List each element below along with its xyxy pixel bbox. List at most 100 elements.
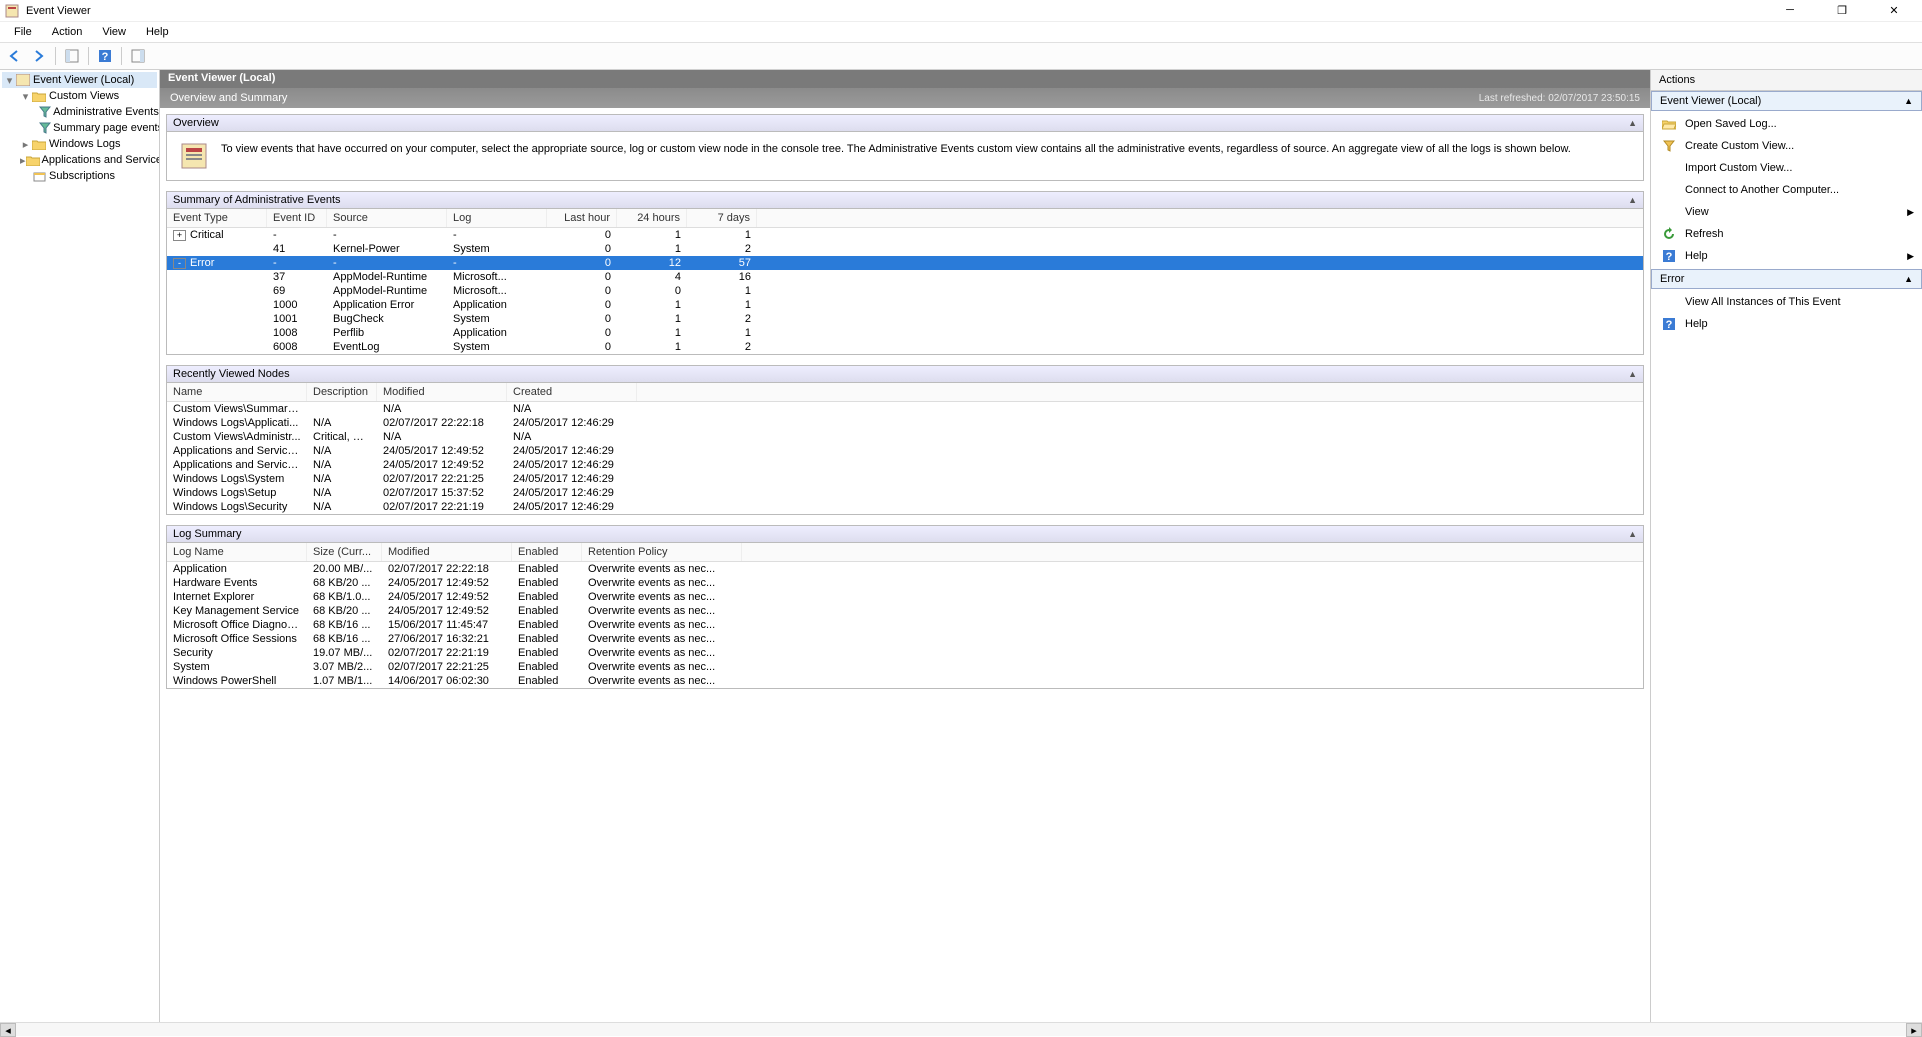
tree-horizontal-scrollbar[interactable]: ◂ ▸ [0, 1022, 1922, 1036]
column-header[interactable]: Created [507, 383, 637, 401]
actions-group-local[interactable]: Event Viewer (Local) ▲ [1651, 91, 1922, 111]
action-help[interactable]: ? Help ▶ [1651, 245, 1922, 267]
action-view-all-instances[interactable]: View All Instances of This Event [1651, 291, 1922, 313]
expander-icon[interactable]: + [173, 230, 186, 241]
table-row[interactable]: Microsoft Office Sessions68 KB/16 ...27/… [167, 632, 1643, 646]
table-row[interactable]: 69AppModel-RuntimeMicrosoft...001 [167, 284, 1643, 298]
show-tree-button[interactable] [61, 45, 83, 67]
action-pane-button[interactable] [127, 45, 149, 67]
tree-apps-services-logs[interactable]: ▸ Applications and Services Lo [18, 152, 157, 168]
table-row[interactable]: Microsoft Office Diagnosti...68 KB/16 ..… [167, 618, 1643, 632]
forward-button[interactable] [28, 45, 50, 67]
table-row[interactable]: Application20.00 MB/...02/07/2017 22:22:… [167, 562, 1643, 576]
column-header[interactable]: Source [327, 209, 447, 227]
actions-group-error[interactable]: Error ▲ [1651, 269, 1922, 289]
action-create-custom-view[interactable]: Create Custom View... [1651, 135, 1922, 157]
table-row[interactable]: 1001BugCheckSystem012 [167, 312, 1643, 326]
tree-root[interactable]: ▾ Event Viewer (Local) [2, 72, 157, 88]
column-header[interactable]: Log Name [167, 543, 307, 561]
table-row[interactable]: 41Kernel-PowerSystem012 [167, 242, 1643, 256]
tree-label: Custom Views [49, 90, 119, 102]
table-row[interactable]: 6008EventLogSystem012 [167, 340, 1643, 354]
scroll-left-button[interactable]: ◂ [0, 1023, 16, 1037]
column-header[interactable]: Event Type [167, 209, 267, 227]
table-row[interactable]: Key Management Service68 KB/20 ...24/05/… [167, 604, 1643, 618]
table-row[interactable]: Security19.07 MB/...02/07/2017 22:21:19E… [167, 646, 1643, 660]
close-button[interactable]: ✕ [1878, 4, 1910, 17]
menu-action[interactable]: Action [44, 24, 91, 40]
tree-twisty-icon[interactable]: ▸ [20, 138, 31, 151]
action-refresh[interactable]: Refresh [1651, 223, 1922, 245]
chevron-up-icon[interactable]: ▲ [1904, 96, 1913, 106]
column-header[interactable]: Description [307, 383, 377, 401]
table-row[interactable]: Windows Logs\Applicati...N/A02/07/2017 2… [167, 416, 1643, 430]
table-row[interactable]: 1008PerflibApplication011 [167, 326, 1643, 340]
action-label: Create Custom View... [1685, 140, 1794, 152]
table-row[interactable]: Internet Explorer68 KB/1.0...24/05/2017 … [167, 590, 1643, 604]
column-header[interactable]: Retention Policy [582, 543, 742, 561]
table-row[interactable]: Applications and Service...N/A24/05/2017… [167, 444, 1643, 458]
collapse-icon[interactable]: ▲ [1628, 118, 1637, 128]
table-row[interactable]: Windows PowerShell1.07 MB/1...14/06/2017… [167, 674, 1643, 688]
tree-admin-events[interactable]: Administrative Events [34, 104, 157, 120]
recent-section-header[interactable]: Recently Viewed Nodes ▲ [166, 365, 1644, 383]
column-header[interactable]: Last hour [547, 209, 617, 227]
table-row[interactable]: Custom Views\Summary...N/AN/A [167, 402, 1643, 416]
toolbar: ? [0, 42, 1922, 70]
table-row[interactable]: Windows Logs\SetupN/A02/07/2017 15:37:52… [167, 486, 1643, 500]
table-row[interactable]: Hardware Events68 KB/20 ...24/05/2017 12… [167, 576, 1643, 590]
tree-summary-page-events[interactable]: Summary page events [34, 120, 157, 136]
table-row[interactable]: 37AppModel-RuntimeMicrosoft...0416 [167, 270, 1643, 284]
minimize-button[interactable]: ─ [1774, 4, 1806, 17]
section-title: Overview [173, 117, 219, 129]
tree-windows-logs[interactable]: ▸ Windows Logs [18, 136, 157, 152]
collapse-icon[interactable]: ▲ [1628, 529, 1637, 539]
logsummary-grid[interactable]: Log NameSize (Curr...ModifiedEnabledRete… [167, 543, 1643, 688]
table-row[interactable]: Windows Logs\SystemN/A02/07/2017 22:21:2… [167, 472, 1643, 486]
back-button[interactable] [4, 45, 26, 67]
tree-custom-views[interactable]: ▾ Custom Views [18, 88, 157, 104]
logsummary-section-header[interactable]: Log Summary ▲ [166, 525, 1644, 543]
tree-subscriptions[interactable]: Subscriptions [18, 168, 157, 184]
column-header[interactable]: Size (Curr... [307, 543, 382, 561]
column-header[interactable]: Name [167, 383, 307, 401]
tree-twisty-icon[interactable]: ▾ [4, 74, 15, 87]
column-header[interactable]: Modified [382, 543, 512, 561]
column-header[interactable]: Modified [377, 383, 507, 401]
column-header[interactable]: Log [447, 209, 547, 227]
table-row[interactable]: -Error---01257 [167, 256, 1643, 270]
action-view[interactable]: View ▶ [1651, 201, 1922, 223]
tree-twisty-icon[interactable]: ▾ [20, 90, 31, 103]
table-row[interactable]: Applications and Service...N/A24/05/2017… [167, 458, 1643, 472]
expander-icon[interactable]: - [173, 258, 186, 269]
console-tree[interactable]: ▾ Event Viewer (Local) ▾ Custom Views Ad… [0, 70, 160, 1022]
summary-section-header[interactable]: Summary of Administrative Events ▲ [166, 191, 1644, 209]
action-connect-computer[interactable]: Connect to Another Computer... [1651, 179, 1922, 201]
table-row[interactable]: 1000Application ErrorApplication011 [167, 298, 1643, 312]
scroll-right-button[interactable]: ▸ [1906, 1023, 1922, 1037]
overview-section-header[interactable]: Overview ▲ [166, 114, 1644, 132]
table-row[interactable]: Windows Logs\SecurityN/A02/07/2017 22:21… [167, 500, 1643, 514]
column-header[interactable]: Enabled [512, 543, 582, 561]
table-row[interactable]: +Critical---011 [167, 228, 1643, 242]
action-import-custom-view[interactable]: Import Custom View... [1651, 157, 1922, 179]
collapse-icon[interactable]: ▲ [1628, 369, 1637, 379]
table-row[interactable]: System3.07 MB/2...02/07/2017 22:21:25Ena… [167, 660, 1643, 674]
action-help-2[interactable]: ? Help [1651, 313, 1922, 335]
help-button[interactable]: ? [94, 45, 116, 67]
column-header[interactable]: Event ID [267, 209, 327, 227]
column-header[interactable]: 7 days [687, 209, 757, 227]
summary-grid[interactable]: Event TypeEvent IDSourceLogLast hour24 h… [167, 209, 1643, 354]
menu-view[interactable]: View [94, 24, 134, 40]
column-header[interactable]: 24 hours [617, 209, 687, 227]
table-row[interactable]: Custom Views\Administr...Critical, Er...… [167, 430, 1643, 444]
maximize-button[interactable]: ❐ [1826, 4, 1858, 17]
center-pane: Event Viewer (Local) Overview and Summar… [160, 70, 1650, 1022]
recent-grid[interactable]: NameDescriptionModifiedCreated Custom Vi… [167, 383, 1643, 514]
chevron-up-icon[interactable]: ▲ [1904, 274, 1913, 284]
action-open-saved-log[interactable]: Open Saved Log... [1651, 113, 1922, 135]
menu-help[interactable]: Help [138, 24, 177, 40]
menu-file[interactable]: File [6, 24, 40, 40]
toolbar-separator [88, 47, 89, 65]
collapse-icon[interactable]: ▲ [1628, 195, 1637, 205]
